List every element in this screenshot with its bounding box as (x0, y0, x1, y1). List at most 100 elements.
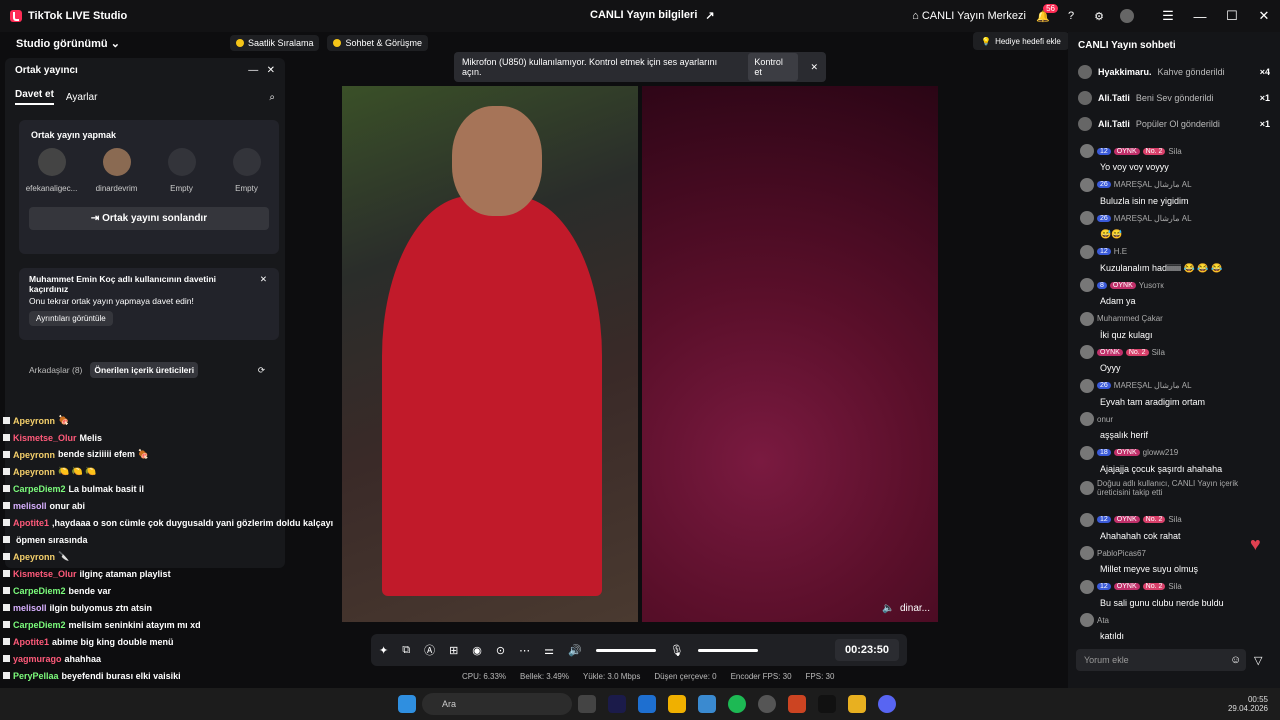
folder-icon[interactable] (848, 695, 866, 713)
mic-icon[interactable]: 🎙 (670, 644, 684, 657)
search-input[interactable]: Ara (422, 693, 572, 715)
avatar[interactable] (1078, 91, 1092, 105)
chat-username[interactable]: Kismetse_Olur (13, 433, 77, 443)
window-menu-button[interactable]: ☰ (1152, 8, 1184, 24)
avatar[interactable] (1080, 481, 1094, 495)
chat-username[interactable]: Sila (1168, 515, 1181, 524)
live-center-button[interactable]: ⌂ CANLI Yayın Merkezi (912, 10, 1026, 22)
chat-username[interactable]: Sila (1168, 582, 1181, 591)
studio-view-dropdown[interactable]: Studio görünümü ⌄ (16, 37, 120, 50)
chat-username[interactable]: Sila (1152, 348, 1165, 357)
chat-username[interactable]: yagmurago (13, 654, 62, 664)
gift-sender[interactable]: Ali.Tatli (1098, 119, 1130, 129)
chat-username[interactable]: Apeyronn (13, 416, 55, 426)
avatar[interactable] (1080, 177, 1094, 192)
app-icon[interactable] (698, 695, 716, 713)
friends-tab[interactable]: Arkadaşlar (8) (29, 365, 82, 375)
chat-username[interactable]: MAREŞAL مارشال AL (1114, 381, 1192, 390)
search-icon[interactable]: ⌕ (269, 92, 275, 103)
chat-username[interactable]: Kismetse_Olur (13, 569, 77, 579)
speaker-icon[interactable]: 🔊 (568, 644, 582, 657)
chat-username[interactable]: Ata (1097, 616, 1109, 625)
avatar[interactable] (1080, 211, 1094, 225)
avatar[interactable] (1116, 5, 1138, 27)
mic-slider[interactable] (697, 648, 758, 652)
emoji-icon[interactable]: ☺ (1230, 654, 1241, 666)
obs-icon[interactable] (758, 695, 776, 713)
minimize-button[interactable]: — (1184, 9, 1216, 24)
outlook-icon[interactable] (638, 695, 656, 713)
chat-username[interactable]: PeryPellaa (13, 671, 59, 681)
magic-icon[interactable]: ✦ (379, 644, 388, 657)
chat-username[interactable]: CarpeDiem2 (13, 484, 66, 494)
chat-username[interactable]: Doğuu adlı kullanıcı, CANLI Yayın içerik… (1097, 479, 1270, 497)
avatar[interactable] (1080, 244, 1094, 259)
aftereffects-icon[interactable] (608, 695, 626, 713)
view-details-button[interactable]: Ayrıntıları görüntüle (29, 311, 113, 326)
chat-username[interactable]: Muhammed Çakar (1097, 314, 1163, 323)
help-button[interactable]: ? (1060, 5, 1082, 27)
refresh-icon[interactable]: ⟳ (258, 365, 265, 376)
avatar[interactable] (1080, 378, 1094, 393)
mixer-icon[interactable]: ⚌ (544, 644, 554, 657)
chat-username[interactable]: onur (1097, 415, 1113, 424)
chat-username[interactable]: Sila (1168, 147, 1181, 156)
chat-tab[interactable]: Sohbet & Görüşme (327, 35, 429, 51)
chat-username[interactable]: melisoll (13, 603, 47, 613)
layout-icon[interactable]: ⧉ (402, 644, 410, 657)
co-host-slot[interactable]: dinardevrim (87, 148, 147, 193)
notification-button[interactable]: 🔔 56 (1032, 4, 1058, 27)
check-button[interactable]: Kontrol et (748, 53, 799, 81)
close-button[interactable]: ✕ (1248, 8, 1280, 24)
ai-icon[interactable]: Ⓐ (424, 642, 435, 658)
more-icon[interactable]: ⋯ (519, 644, 530, 657)
close-icon[interactable]: ✕ (267, 65, 275, 76)
chat-username[interactable]: MAREŞAL مارشال AL (1114, 214, 1192, 223)
files-icon[interactable] (578, 695, 596, 713)
chat-username[interactable]: Apotite1 (13, 637, 49, 647)
end-co-host-button[interactable]: ⇥ Ortak yayını sonlandır (29, 207, 269, 230)
gift-sender[interactable]: Ali.Tatli (1098, 93, 1130, 103)
avatar[interactable] (1078, 65, 1092, 79)
chat-username[interactable]: H.E (1114, 247, 1127, 256)
add-source-icon[interactable]: ⊞ (449, 644, 458, 657)
chat-username[interactable]: melisoll (13, 501, 47, 511)
avatar[interactable] (1080, 278, 1094, 292)
settings-button[interactable]: ⚙ (1088, 5, 1110, 27)
avatar[interactable] (1080, 579, 1094, 594)
chat-username[interactable]: Apeyronn (13, 552, 55, 562)
empty-slot[interactable]: Empty (217, 148, 277, 193)
chat-username[interactable]: Apeyronn (13, 467, 55, 477)
tab-invite[interactable]: Davet et (15, 89, 54, 105)
chat-username[interactable]: Yusoтк (1139, 281, 1164, 290)
chrome-icon[interactable] (668, 695, 686, 713)
gift-sender[interactable]: Hyakkimaru. (1098, 67, 1152, 77)
hourly-ranking-tab[interactable]: Saatlik Sıralama (229, 35, 320, 51)
avatar[interactable] (1080, 512, 1094, 527)
close-icon[interactable]: ✕ (810, 62, 818, 73)
avatar[interactable] (1080, 311, 1094, 326)
gift-goal-button[interactable]: 💡 Hediye hedefi ekle (973, 32, 1069, 50)
start-icon[interactable] (398, 695, 416, 713)
co-host-slot[interactable]: efekanaligec... (22, 148, 82, 193)
empty-slot[interactable]: Empty (152, 148, 212, 193)
target-icon[interactable]: ⊙ (496, 644, 505, 657)
clock-time[interactable]: 00:55 (1228, 695, 1268, 704)
chat-username[interactable]: Apeyronn (13, 450, 55, 460)
clock-date[interactable]: 29.04.2026 (1228, 704, 1268, 713)
minimize-icon[interactable]: — (248, 65, 258, 76)
chat-username[interactable]: gloww219 (1143, 448, 1179, 457)
spotify-icon[interactable] (728, 695, 746, 713)
tab-settings[interactable]: Ayarlar (66, 92, 98, 103)
avatar[interactable] (1080, 445, 1094, 460)
media-icon[interactable] (788, 695, 806, 713)
suggested-tab[interactable]: Önerilen içerik üreticileri (90, 362, 199, 378)
avatar[interactable] (1080, 412, 1094, 426)
filter-icon[interactable]: ▽ (1254, 654, 1262, 667)
avatar[interactable] (1080, 144, 1094, 158)
chat-username[interactable]: CarpeDiem2 (13, 586, 66, 596)
volume-icon[interactable]: 🔈 (882, 603, 894, 614)
maximize-button[interactable]: ☐ (1216, 8, 1248, 24)
avatar[interactable] (1080, 546, 1094, 560)
close-icon[interactable]: ✕ (260, 274, 267, 285)
